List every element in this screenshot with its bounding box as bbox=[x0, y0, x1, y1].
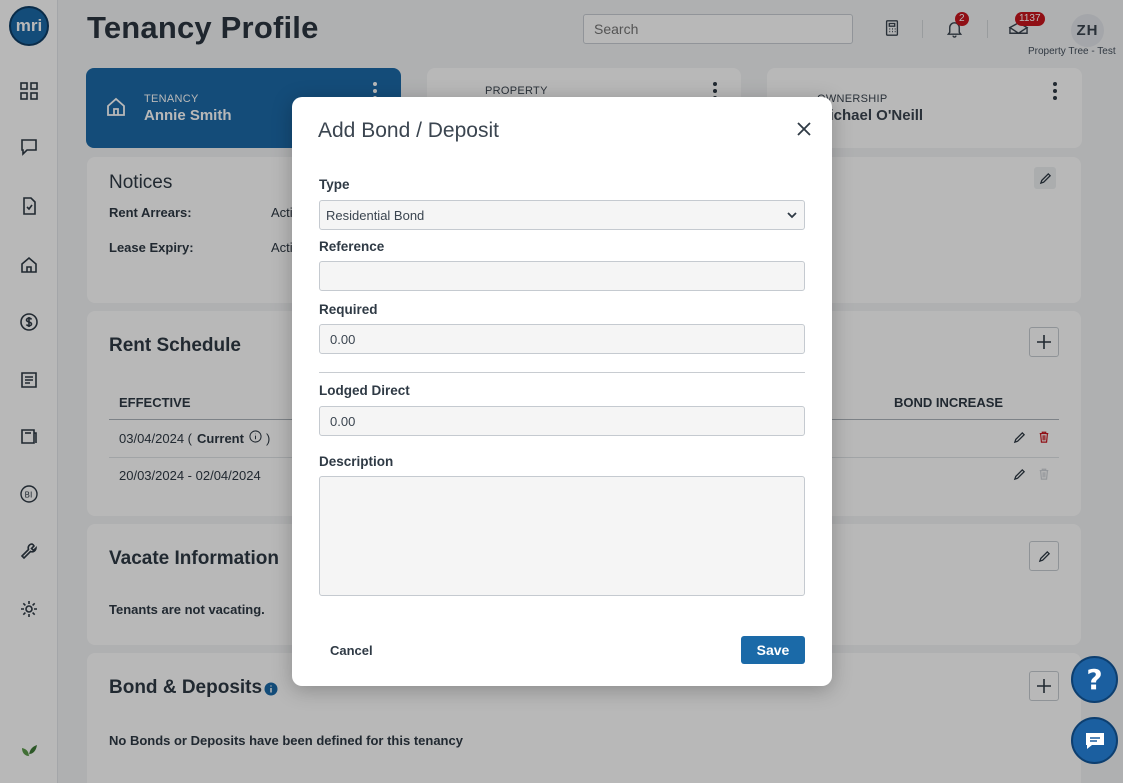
help-button[interactable]: ? bbox=[1071, 656, 1118, 703]
required-field[interactable] bbox=[319, 324, 805, 354]
description-field[interactable] bbox=[319, 476, 805, 596]
chat-button[interactable] bbox=[1071, 717, 1118, 764]
chat-bubble-icon bbox=[1085, 732, 1104, 749]
description-label: Description bbox=[319, 454, 394, 469]
type-selected-value: Residential Bond bbox=[326, 207, 425, 223]
add-bond-dialog: Add Bond / Deposit Type Residential Bond… bbox=[292, 97, 832, 686]
dialog-divider bbox=[319, 372, 805, 373]
type-label: Type bbox=[319, 177, 350, 192]
lodged-direct-label: Lodged Direct bbox=[319, 383, 410, 398]
close-icon[interactable] bbox=[794, 119, 814, 139]
required-label: Required bbox=[319, 302, 378, 317]
reference-label: Reference bbox=[319, 239, 385, 254]
reference-field[interactable] bbox=[319, 261, 805, 291]
cancel-button[interactable]: Cancel bbox=[330, 643, 373, 658]
lodged-direct-field[interactable] bbox=[319, 406, 805, 436]
dialog-title: Add Bond / Deposit bbox=[318, 119, 499, 142]
type-select[interactable]: Residential Bond bbox=[319, 200, 805, 230]
question-icon: ? bbox=[1086, 663, 1103, 696]
chevron-down-icon bbox=[787, 212, 797, 219]
save-button[interactable]: Save bbox=[741, 636, 805, 664]
